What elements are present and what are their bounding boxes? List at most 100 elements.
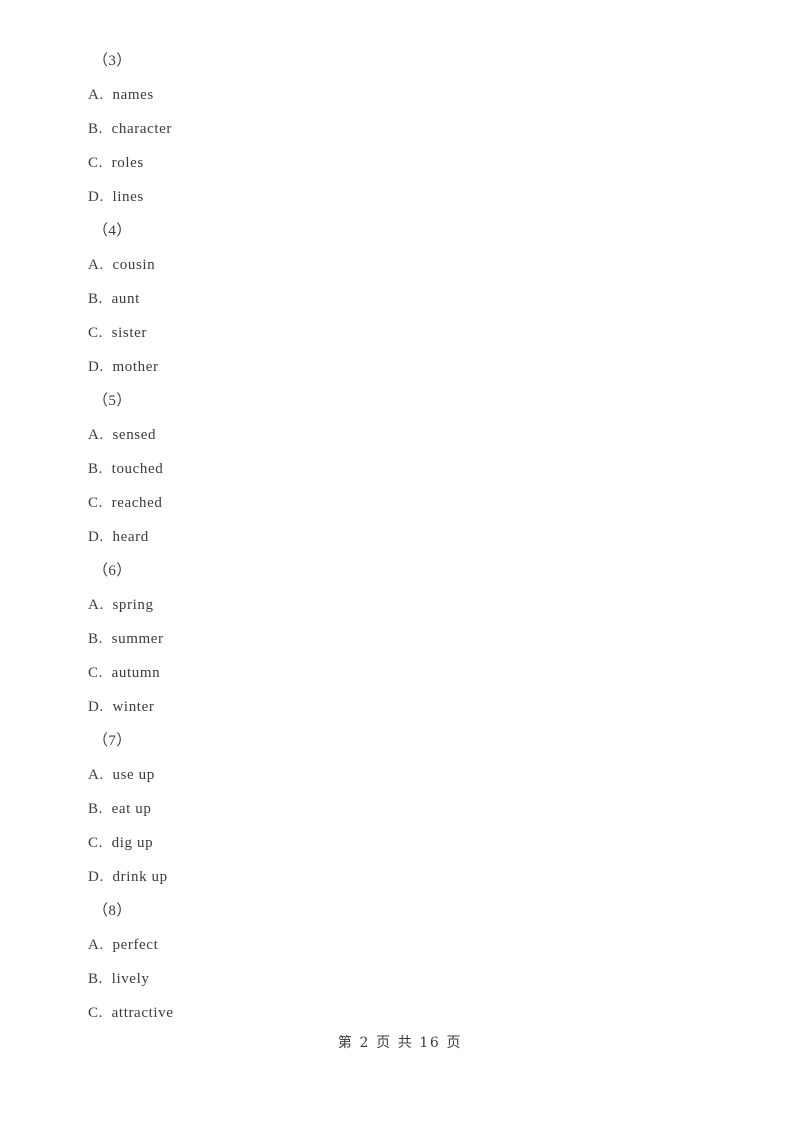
option-text: winter (112, 699, 155, 715)
option-letter: B (88, 121, 99, 137)
question-number: （6） (93, 563, 132, 579)
option-separator: . (98, 155, 103, 171)
question-block: （5） A. sensed B. touched C. reached D. h… (88, 384, 708, 554)
option-row: D. drink up (88, 860, 708, 894)
option-letter: A (88, 87, 100, 103)
question-number: （7） (93, 733, 132, 749)
option-row: D. heard (88, 520, 708, 554)
option-row: C. sister (88, 316, 708, 350)
option-text: reached (111, 495, 163, 511)
option-letter: B (88, 971, 99, 987)
option-separator: . (99, 699, 104, 715)
question-number: （3） (93, 53, 132, 69)
page-footer: 第 2 页 共 16 页 (337, 1035, 463, 1051)
option-row: A. names (88, 78, 708, 112)
option-letter: C (88, 155, 99, 171)
option-text: names (112, 87, 154, 103)
option-text: touched (111, 461, 164, 477)
option-text: roles (111, 155, 144, 171)
option-row: A. perfect (88, 928, 708, 962)
question-block: （7） A. use up B. eat up C. dig up D. dri… (88, 724, 708, 894)
option-separator: . (99, 597, 104, 613)
option-separator: . (99, 87, 104, 103)
option-letter: A (88, 767, 100, 783)
option-letter: C (88, 665, 99, 681)
question-number: （8） (93, 903, 132, 919)
option-text: heard (112, 529, 149, 545)
option-letter: A (88, 937, 100, 953)
option-separator: . (98, 835, 103, 851)
option-separator: . (99, 529, 104, 545)
option-row: B. touched (88, 452, 708, 486)
option-text: lively (111, 971, 150, 987)
option-row: B. summer (88, 622, 708, 656)
option-letter: D (88, 869, 100, 885)
option-text: autumn (111, 665, 161, 681)
option-row: C. reached (88, 486, 708, 520)
option-separator: . (99, 189, 104, 205)
document-page: （3） A. names B. character C. roles D. li… (0, 0, 800, 1132)
option-row: A. cousin (88, 248, 708, 282)
option-separator: . (99, 767, 104, 783)
option-separator: . (99, 869, 104, 885)
option-text: sensed (112, 427, 157, 443)
option-separator: . (98, 1005, 103, 1021)
option-separator: . (99, 427, 104, 443)
option-row: B. character (88, 112, 708, 146)
option-text: eat up (111, 801, 152, 817)
option-separator: . (98, 121, 103, 137)
option-letter: C (88, 835, 99, 851)
option-row: C. roles (88, 146, 708, 180)
question-number: （4） (93, 223, 132, 239)
option-text: mother (112, 359, 159, 375)
option-text: lines (112, 189, 144, 205)
option-letter: B (88, 631, 99, 647)
option-separator: . (98, 495, 103, 511)
option-letter: B (88, 801, 99, 817)
option-row: C. dig up (88, 826, 708, 860)
option-row: C. autumn (88, 656, 708, 690)
question-block: （8） A. perfect B. lively C. attractive (88, 894, 708, 1030)
option-separator: . (98, 461, 103, 477)
option-text: character (111, 121, 173, 137)
option-letter: D (88, 359, 100, 375)
option-separator: . (98, 325, 103, 341)
option-letter: C (88, 325, 99, 341)
option-text: aunt (111, 291, 140, 307)
option-letter: A (88, 257, 100, 273)
option-row: D. winter (88, 690, 708, 724)
option-row: A. use up (88, 758, 708, 792)
option-text: dig up (111, 835, 154, 851)
option-text: cousin (112, 257, 156, 273)
option-letter: B (88, 291, 99, 307)
option-separator: . (98, 665, 103, 681)
option-text: spring (112, 597, 154, 613)
option-row: B. lively (88, 962, 708, 996)
option-letter: B (88, 461, 99, 477)
option-row: B. aunt (88, 282, 708, 316)
option-separator: . (99, 257, 104, 273)
option-separator: . (98, 801, 103, 817)
option-text: drink up (112, 869, 168, 885)
option-letter: D (88, 699, 100, 715)
option-separator: . (99, 937, 104, 953)
option-row: C. attractive (88, 996, 708, 1030)
option-separator: . (98, 631, 103, 647)
option-separator: . (98, 971, 103, 987)
option-row: A. spring (88, 588, 708, 622)
option-text: use up (112, 767, 155, 783)
option-letter: C (88, 1005, 99, 1021)
question-block: （6） A. spring B. summer C. autumn D. win… (88, 554, 708, 724)
option-row: D. lines (88, 180, 708, 214)
option-letter: A (88, 597, 100, 613)
option-text: sister (111, 325, 147, 341)
option-text: summer (111, 631, 164, 647)
option-separator: . (99, 359, 104, 375)
option-text: perfect (112, 937, 159, 953)
option-letter: A (88, 427, 100, 443)
option-row: A. sensed (88, 418, 708, 452)
option-text: attractive (111, 1005, 174, 1021)
option-letter: C (88, 495, 99, 511)
option-letter: D (88, 529, 100, 545)
option-row: B. eat up (88, 792, 708, 826)
